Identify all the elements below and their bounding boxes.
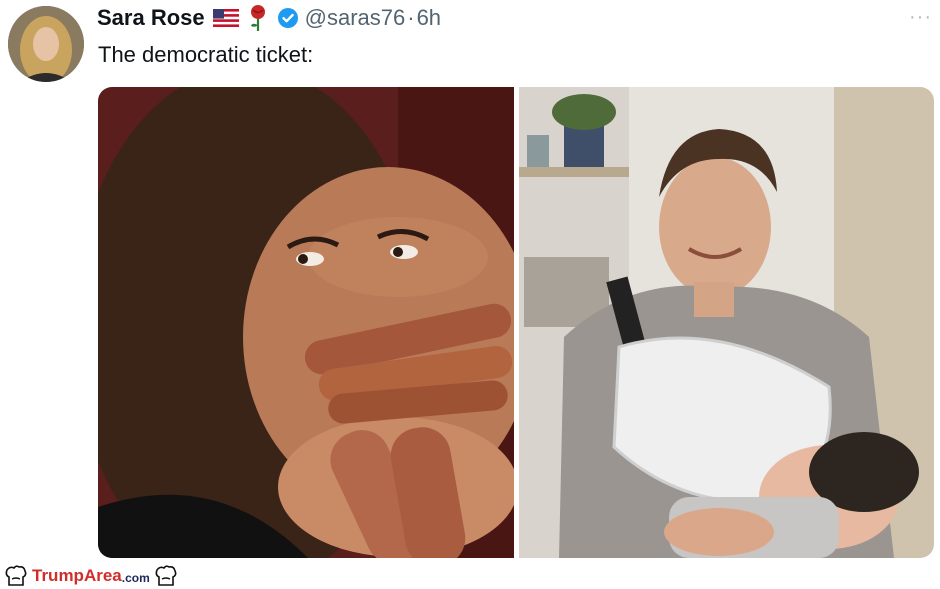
tweet-header: Sara Rose @saras76 · 6h — [97, 4, 441, 32]
more-horizontal-icon[interactable]: ··· — [909, 6, 932, 29]
separator: · — [407, 5, 415, 30]
tweet-text: The democratic ticket: — [98, 42, 314, 67]
photo-right-image — [519, 87, 934, 558]
chef-hat-icon — [154, 565, 178, 587]
verified-badge-icon — [277, 7, 299, 29]
brand-domain: .com — [121, 570, 150, 585]
timestamp[interactable]: 6h — [417, 5, 441, 31]
us-flag-icon — [212, 9, 239, 27]
photo-right[interactable] — [519, 87, 934, 558]
avatar[interactable] — [8, 6, 84, 82]
chef-hat-icon — [4, 565, 28, 587]
tweet-media[interactable] — [98, 87, 934, 558]
watermark: TrumpArea .com — [4, 564, 178, 588]
brand-name: TrumpArea — [32, 566, 122, 585]
avatar-image — [8, 6, 84, 82]
photo-left-image — [98, 87, 514, 558]
handle[interactable]: @saras76 — [305, 5, 406, 31]
display-name[interactable]: Sara Rose — [97, 5, 205, 31]
photo-left[interactable] — [98, 87, 514, 558]
rose-icon — [247, 4, 269, 32]
